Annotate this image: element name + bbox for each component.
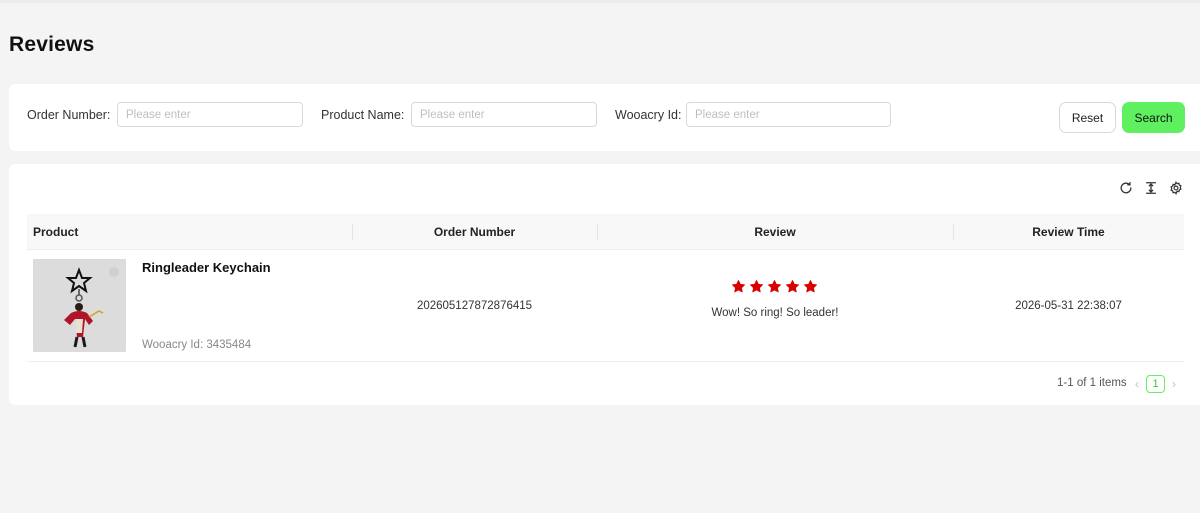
star-icon (749, 279, 764, 295)
previous-page-icon[interactable]: ‹ (1131, 376, 1143, 392)
table-header: Product Order Number Review Review Time (27, 214, 1184, 250)
review-time-cell: 2026-05-31 22:38:07 (1015, 300, 1122, 312)
star-icon (767, 279, 782, 295)
table-row: Ringleader Keychain Wooacry Id: 3435484 … (27, 250, 1184, 362)
next-page-icon[interactable]: › (1168, 376, 1180, 392)
settings-icon[interactable] (1169, 181, 1183, 195)
review-text: Wow! So ring! So leader! (711, 307, 839, 319)
refresh-icon[interactable] (1119, 181, 1133, 195)
reset-button[interactable]: Reset (1059, 102, 1116, 133)
keychain-image (33, 259, 126, 352)
pagination: 1-1 of 1 items ‹ 1 › (9, 374, 1200, 394)
star-icon (731, 279, 746, 295)
product-name[interactable]: Ringleader Keychain (142, 260, 271, 275)
column-header-product: Product (33, 225, 79, 239)
column-header-review-time: Review Time (1032, 225, 1105, 239)
top-border (0, 0, 1200, 3)
product-wooacry-id: Wooacry Id: 3435484 (142, 339, 252, 351)
order-number-label: Order Number: (27, 108, 111, 122)
product-name-label: Product Name: (321, 108, 405, 122)
rating-stars (731, 279, 818, 295)
wooacry-id-input[interactable] (686, 102, 891, 127)
product-thumbnail[interactable] (33, 259, 126, 352)
product-name-input[interactable] (411, 102, 597, 127)
column-header-order-number: Order Number (433, 225, 516, 239)
reviews-table-panel: Product Order Number Review Review Time … (9, 164, 1200, 405)
star-icon (803, 279, 818, 295)
page-title: Reviews (9, 33, 95, 56)
pagination-total: 1-1 of 1 items (1057, 377, 1127, 389)
column-header-review: Review (754, 225, 796, 239)
order-number-cell: 202605127872876415 (416, 300, 533, 312)
wooacry-id-label: Wooacry Id: (615, 108, 682, 122)
star-icon (785, 279, 800, 295)
search-button[interactable]: Search (1122, 102, 1185, 133)
page-button-current[interactable]: 1 (1146, 375, 1165, 393)
filter-panel: Order Number: Product Name: Wooacry Id: … (9, 84, 1200, 151)
order-number-input[interactable] (117, 102, 303, 127)
column-height-icon[interactable] (1144, 181, 1158, 195)
